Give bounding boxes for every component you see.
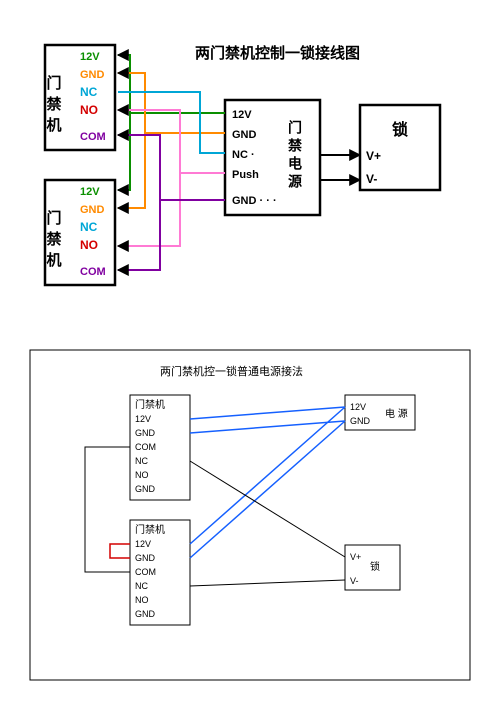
terminal-a-com: COM	[80, 131, 106, 143]
b-b-no: NO	[135, 595, 149, 605]
b-a-gnd2: GND	[135, 484, 156, 494]
b-terminal-a-label: 门禁机	[135, 398, 165, 411]
terminal-a-nc: NC	[80, 85, 98, 99]
terminal-a-gnd: GND	[80, 69, 105, 81]
wire-orange-a	[118, 73, 225, 133]
terminal-b-label: 门禁机	[45, 209, 62, 273]
b-lock-label: 锁	[370, 560, 380, 573]
controller-gnd: GND	[232, 129, 257, 141]
b-b-gnd: GND	[135, 553, 156, 563]
terminal-b-nc: NC	[80, 220, 98, 234]
top-title: 两门禁机控制一锁接线图	[195, 44, 360, 62]
terminal-b-com: COM	[80, 266, 106, 278]
b-a-nc: NC	[135, 456, 148, 466]
page: { "top": { "title": "两门禁机控制一锁接线图", "acce…	[0, 0, 500, 707]
terminal-a-label: 门禁机	[45, 74, 62, 138]
controller-push: Push	[232, 169, 259, 181]
controller-gnd2: GND · · ·	[232, 195, 277, 207]
wire-green-a	[118, 55, 225, 113]
b-b-com: COM	[135, 567, 156, 577]
b-terminal-b-label: 门禁机	[135, 523, 165, 536]
wire-purple-a	[118, 135, 225, 200]
b-power-gnd: GND	[350, 416, 371, 426]
b-power-label: 电 源	[385, 407, 408, 420]
wire-pink-b	[118, 173, 225, 246]
b-b-12v: 12V	[135, 539, 151, 549]
b-b-gnd2: GND	[135, 609, 156, 619]
bottom-diagram: 两门禁机控一锁普通电源接法 门禁机 12V GND COM NC NO GND …	[0, 340, 500, 700]
top-diagram: 两门禁机控制一锁接线图 门禁机 12V GND NC NO COM 门禁机 12…	[0, 0, 500, 340]
b-lock-vp: V+	[350, 552, 361, 562]
wire-pink-a	[118, 110, 225, 173]
wire-orange-b	[118, 133, 225, 208]
lock-label: 锁	[392, 120, 408, 139]
bottom-title: 两门禁机控一锁普通电源接法	[160, 364, 303, 378]
wire-green-b	[118, 113, 225, 190]
b-a-com: COM	[135, 442, 156, 452]
terminal-a-no: NO	[80, 103, 98, 117]
b-lock-vn: V-	[350, 576, 359, 586]
wire-purple-b	[118, 200, 225, 270]
lock-vn: V-	[366, 172, 377, 186]
lock-vp: V+	[366, 149, 381, 163]
b-b-nc: NC	[135, 581, 148, 591]
terminal-b-no: NO	[80, 238, 98, 252]
terminal-b-gnd: GND	[80, 204, 105, 216]
controller-12v: 12V	[232, 109, 252, 121]
terminal-a-12v: 12V	[80, 51, 100, 63]
controller-nc: NC ·	[232, 149, 255, 161]
controller-label: 门禁电源	[287, 119, 303, 192]
b-power-12v: 12V	[350, 402, 366, 412]
b-a-no: NO	[135, 470, 149, 480]
wire-cyan	[118, 92, 225, 153]
b-a-gnd: GND	[135, 428, 156, 438]
terminal-b-12v: 12V	[80, 186, 100, 198]
b-a-12v: 12V	[135, 414, 151, 424]
